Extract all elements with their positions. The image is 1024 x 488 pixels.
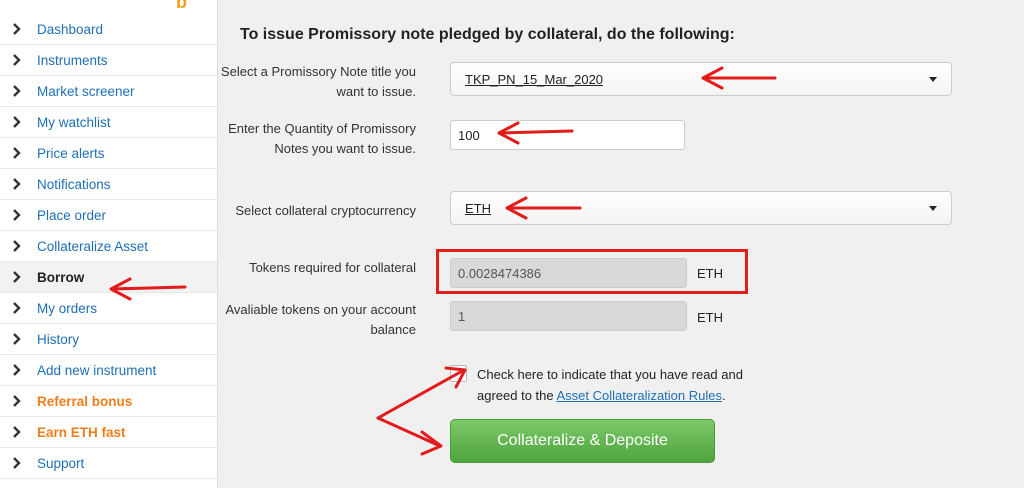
sidebar-item-history[interactable]: History xyxy=(0,324,217,355)
agree-text: Check here to indicate that you have rea… xyxy=(477,364,777,406)
sidebar-item-borrow[interactable]: Borrow xyxy=(0,262,217,293)
chevron-right-icon xyxy=(13,85,23,97)
sidebar-item-label: Add new instrument xyxy=(37,362,157,378)
chevron-right-icon xyxy=(13,333,23,345)
sidebar-item-referral-bonus[interactable]: Referral bonus xyxy=(0,386,217,417)
sidebar-item-label: Borrow xyxy=(37,269,85,285)
note-title-label: Select a Promissory Note title you want … xyxy=(220,64,416,99)
tokens-required-label: Tokens required for collateral xyxy=(249,260,416,275)
available-tokens-label: Avaliable tokens on your account balance xyxy=(225,302,416,337)
sidebar-item-label: History xyxy=(37,331,80,347)
form-heading: To issue Promissory note pledged by coll… xyxy=(240,26,735,43)
chevron-right-icon xyxy=(13,395,23,407)
sidebar-item-my-watchlist[interactable]: My watchlist xyxy=(0,107,217,138)
sidebar-item-add-new-instrument[interactable]: Add new instrument xyxy=(0,355,217,386)
sidebar-item-earn-eth-fast[interactable]: Earn ETH fast xyxy=(0,417,217,448)
sidebar-item-label: Dashboard xyxy=(37,21,104,37)
sidebar: ɓ Dashboard Instruments Market screener … xyxy=(0,0,218,488)
sidebar-item-label: Market screener xyxy=(37,83,135,99)
sidebar-item-label: Place order xyxy=(37,207,107,223)
logo-fragment: ɓ xyxy=(176,0,187,12)
sidebar-item-label: Support xyxy=(37,455,85,471)
chevron-right-icon xyxy=(13,178,23,190)
agree-checkbox[interactable] xyxy=(450,365,467,382)
chevron-right-icon xyxy=(13,457,23,469)
sidebar-item-instruments[interactable]: Instruments xyxy=(0,45,217,76)
collateral-label: Select collateral cryptocurrency xyxy=(235,203,416,218)
chevron-right-icon xyxy=(13,426,23,438)
sidebar-item-price-alerts[interactable]: Price alerts xyxy=(0,138,217,169)
chevron-right-icon xyxy=(13,302,23,314)
sidebar-item-notifications[interactable]: Notifications xyxy=(0,169,217,200)
chevron-right-icon xyxy=(13,364,23,376)
annotation-highlight-box xyxy=(436,249,748,294)
sidebar-item-label: Notifications xyxy=(37,176,111,192)
collateralize-deposit-button[interactable]: Collateralize & Deposite xyxy=(450,419,715,463)
main-panel: To issue Promissory note pledged by coll… xyxy=(218,0,1024,488)
sidebar-item-label: Collateralize Asset xyxy=(37,238,149,254)
note-title-select[interactable]: TKP_PN_15_Mar_2020 xyxy=(450,62,952,96)
chevron-right-icon xyxy=(13,209,23,221)
available-tokens-unit: ETH xyxy=(697,310,723,325)
sidebar-item-my-orders[interactable]: My orders xyxy=(0,293,217,324)
chevron-right-icon xyxy=(13,147,23,159)
caret-down-icon xyxy=(929,205,937,211)
caret-down-icon xyxy=(929,76,937,82)
chevron-right-icon xyxy=(13,116,23,128)
chevron-right-icon xyxy=(13,271,23,283)
sidebar-item-label: Instruments xyxy=(37,52,108,68)
sidebar-item-support[interactable]: Support xyxy=(0,448,217,479)
sidebar-item-label: My watchlist xyxy=(37,114,111,130)
collateralization-rules-link[interactable]: Asset Collateralization Rules xyxy=(557,388,722,403)
sidebar-item-place-order[interactable]: Place order xyxy=(0,200,217,231)
sidebar-item-market-screener[interactable]: Market screener xyxy=(0,76,217,107)
available-tokens-field: 1 xyxy=(450,301,687,331)
chevron-right-icon xyxy=(13,54,23,66)
sidebar-nav: Dashboard Instruments Market screener My… xyxy=(0,14,217,479)
note-title-value: TKP_PN_15_Mar_2020 xyxy=(465,71,604,87)
quantity-input[interactable]: 100 xyxy=(450,120,685,150)
sidebar-item-collateralize-asset[interactable]: Collateralize Asset xyxy=(0,231,217,262)
collateral-value: ETH xyxy=(465,200,491,216)
sidebar-item-dashboard[interactable]: Dashboard xyxy=(0,14,217,45)
chevron-right-icon xyxy=(13,240,23,252)
agree-text-after: . xyxy=(721,388,726,403)
sidebar-item-label: My orders xyxy=(37,300,98,316)
quantity-label: Enter the Quantity of Promissory Notes y… xyxy=(228,121,416,156)
sidebar-item-label: Referral bonus xyxy=(37,393,133,409)
sidebar-item-label: Earn ETH fast xyxy=(37,424,126,440)
sidebar-item-label: Price alerts xyxy=(37,145,105,161)
collateral-select[interactable]: ETH xyxy=(450,191,952,225)
chevron-right-icon xyxy=(13,23,23,35)
